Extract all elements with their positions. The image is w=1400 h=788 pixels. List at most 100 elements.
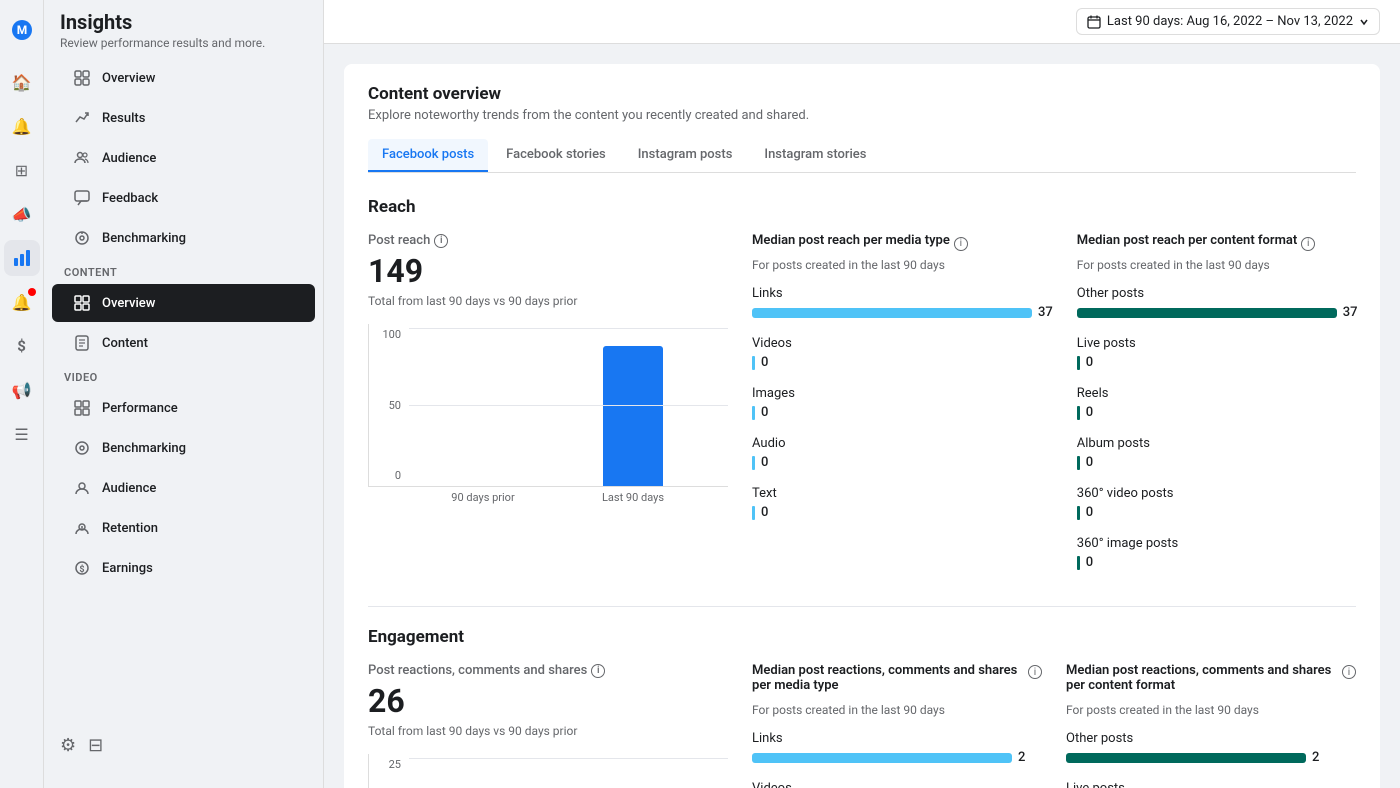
dollar-icon[interactable]: $ [4,328,40,364]
sidebar-item-audience[interactable]: Audience [52,139,315,177]
tab-instagram-stories[interactable]: Instagram stories [750,139,880,172]
eng-media-links: Links 2 [752,731,1042,765]
media-text-zero [752,506,755,520]
median-content-format-subtitle: For posts created in the last 90 days [1077,258,1358,272]
sidebar-item-benchmarking-top[interactable]: Benchmarking [52,219,315,257]
app-title: Insights [60,10,307,34]
eng-videos-label: Videos [752,781,1042,788]
reach-media-videos: Videos 0 [752,336,1053,370]
tab-facebook-posts[interactable]: Facebook posts [368,139,488,172]
media-videos-zero [752,356,755,370]
format-360image-value: 0 [1086,555,1093,570]
media-images-track: 0 [752,405,1053,420]
format-live-zero [1077,356,1080,370]
reach-format-live: Live posts 0 [1077,336,1358,370]
date-range-picker[interactable]: Last 90 days: Aug 16, 2022 – Nov 13, 202… [1076,8,1380,35]
content-tabs: Facebook posts Facebook stories Instagra… [368,139,1356,173]
media-videos-value: 0 [761,355,768,370]
median-media-type-title: Median post reach per media type [752,233,950,248]
sidebar-item-label: Retention [102,521,158,536]
content-overview-card: Content overview Explore noteworthy tren… [344,64,1380,788]
sidebar-footer: ⚙ ⊟ [44,723,323,768]
sidebar-item-earnings[interactable]: $ Earnings [52,549,315,587]
video-section-label: Video [44,363,323,388]
date-range-text: Last 90 days: Aug 16, 2022 – Nov 13, 202… [1107,14,1353,29]
content-area: Content overview Explore noteworthy tren… [324,44,1400,788]
sidebar-item-content-overview[interactable]: Overview [52,284,315,322]
megaphone-icon[interactable]: 📣 [4,196,40,232]
format-360image-label: 360° image posts [1077,536,1358,551]
median-media-type-subtitle: For posts created in the last 90 days [752,258,1053,272]
eng-content-format-subtitle: For posts created in the last 90 days [1066,703,1356,717]
format-360video-label: 360° video posts [1077,486,1358,501]
reach-col-2: Median post reach per media type i For p… [752,233,1053,586]
sidebar-item-content[interactable]: Content [52,324,315,362]
format-other-bar [1077,308,1337,318]
eng-format-other-bar [1066,753,1306,763]
sidebar-item-results[interactable]: Results [52,99,315,137]
median-media-type-info[interactable]: i [954,237,968,251]
media-text-label: Text [752,486,1053,501]
layout-icon[interactable]: ⊟ [88,735,103,756]
video-audience-icon [72,478,92,498]
x-label-last-90: Last 90 days [558,491,708,504]
speaker-icon[interactable]: 📢 [4,372,40,408]
sidebar-item-retention[interactable]: Retention [52,509,315,547]
reach-format-360video: 360° video posts 0 [1077,486,1358,520]
video-benchmarking-icon [72,438,92,458]
format-other-value: 37 [1343,305,1358,320]
reactions-info[interactable]: i [591,664,605,678]
table-icon[interactable]: ⊞ [4,152,40,188]
format-live-value: 0 [1086,355,1093,370]
chart-icon[interactable] [4,240,40,276]
media-links-value: 37 [1038,305,1053,320]
media-images-value: 0 [761,405,768,420]
meta-logo[interactable]: M [4,12,40,48]
retention-icon [72,518,92,538]
eng-media-type-title: Median post reactions, comments and shar… [752,663,1024,693]
engagement-col-1: Post reactions, comments and shares i 26… [368,663,728,788]
post-reach-info[interactable]: i [434,234,448,248]
app-subtitle: Review performance results and more. [60,36,307,50]
bell-icon[interactable]: 🔔 [4,108,40,144]
sidebar-item-label: Overview [102,296,155,311]
media-links-label: Links [752,286,1053,301]
eng-format-other: Other posts 2 [1066,731,1356,765]
sidebar-item-label: Performance [102,401,178,416]
tab-instagram-posts[interactable]: Instagram posts [624,139,747,172]
eng-format-other-label: Other posts [1066,731,1356,746]
bar-last-90 [603,346,663,486]
reach-format-reels: Reels 0 [1077,386,1358,420]
format-album-label: Album posts [1077,436,1358,451]
content-overview-subtitle: Explore noteworthy trends from the conte… [368,108,1356,123]
median-content-format-info[interactable]: i [1301,237,1315,251]
format-album-zero [1077,456,1080,470]
media-audio-zero [752,456,755,470]
eng-media-type-info[interactable]: i [1028,665,1042,679]
eng-links-track: 2 [752,750,1042,765]
eng-content-format-info[interactable]: i [1342,665,1356,679]
reach-format-other: Other posts 37 [1077,286,1358,320]
media-audio-label: Audio [752,436,1053,451]
reactions-sub: Total from last 90 days vs 90 days prior [368,724,728,738]
sidebar-item-overview[interactable]: Overview [52,59,315,97]
home-icon[interactable]: 🏠 [4,64,40,100]
sidebar-item-video-benchmarking[interactable]: Benchmarking [52,429,315,467]
sidebar-item-label: Earnings [102,561,153,576]
tab-facebook-stories[interactable]: Facebook stories [492,139,620,172]
settings-icon[interactable]: ⚙ [60,735,76,756]
media-videos-track: 0 [752,355,1053,370]
reach-grid: Post reach i 149 Total from last 90 days… [368,233,1356,586]
sidebar-item-feedback[interactable]: Feedback [52,179,315,217]
menu-icon[interactable]: ☰ [4,416,40,452]
reach-format-album: Album posts 0 [1077,436,1358,470]
eng-bar-y-labels: 25 20 [369,754,401,788]
engagement-grid: Post reactions, comments and shares i 26… [368,663,1356,788]
notification-dot-icon[interactable]: 🔔 [4,284,40,320]
sidebar-item-video-audience[interactable]: Audience [52,469,315,507]
engagement-section-title: Engagement [368,627,1356,647]
post-reach-sub: Total from last 90 days vs 90 days prior [368,294,728,308]
eng-media-type-subtitle: For posts created in the last 90 days [752,703,1042,717]
sidebar-item-performance[interactable]: Performance [52,389,315,427]
earnings-icon: $ [72,558,92,578]
